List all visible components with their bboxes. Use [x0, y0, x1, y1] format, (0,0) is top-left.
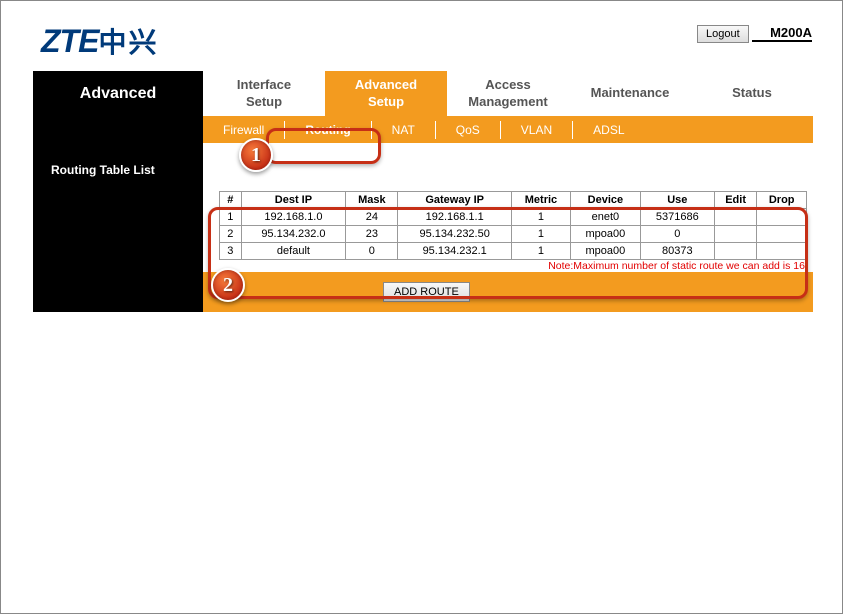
col-drop: Drop: [757, 192, 807, 209]
col-dest: Dest IP: [241, 192, 346, 209]
subtab-nat[interactable]: NAT: [372, 121, 436, 139]
sub-tabs: Firewall Routing NAT QoS VLAN ADSL: [203, 117, 813, 143]
tab-interface-setup[interactable]: Interface Setup: [203, 71, 325, 117]
routing-table-list-title: Routing Table List: [33, 157, 203, 183]
tab-access-management[interactable]: Access Management: [447, 71, 569, 117]
sub-tabs-row: Firewall Routing NAT QoS VLAN ADSL: [33, 117, 813, 143]
cell-dest-ip: 192.168.1.0: [241, 209, 346, 226]
logout-button[interactable]: Logout: [697, 25, 749, 43]
cell-device: mpoa00: [571, 226, 641, 243]
table-header-row: # Dest IP Mask Gateway IP Metric Device …: [220, 192, 807, 209]
col-metric: Metric: [511, 192, 570, 209]
cell-drop[interactable]: [757, 209, 807, 226]
cell-mask: 0: [346, 243, 398, 260]
cell-metric: 1: [511, 209, 570, 226]
cell-edit[interactable]: [714, 226, 757, 243]
cell-mask: 24: [346, 209, 398, 226]
subtab-qos[interactable]: QoS: [436, 121, 501, 139]
col-device: Device: [571, 192, 641, 209]
brand-logo: ZTE中兴: [41, 21, 158, 61]
routing-table: # Dest IP Mask Gateway IP Metric Device …: [219, 191, 807, 260]
col-mask: Mask: [346, 192, 398, 209]
cell-gateway-ip: 95.134.232.50: [398, 226, 511, 243]
cell-mask: 23: [346, 226, 398, 243]
table-row: 295.134.232.02395.134.232.501mpoa000: [220, 226, 807, 243]
cell-use: 5371686: [640, 209, 714, 226]
model-label: M200A: [752, 25, 812, 42]
col-num: #: [220, 192, 242, 209]
table-row: 1192.168.1.024192.168.1.11enet05371686: [220, 209, 807, 226]
cell-drop[interactable]: [757, 243, 807, 260]
col-edit: Edit: [714, 192, 757, 209]
section-label: Advanced: [33, 71, 203, 117]
subtab-vlan[interactable]: VLAN: [501, 121, 573, 139]
cell-device: mpoa00: [571, 243, 641, 260]
col-use: Use: [640, 192, 714, 209]
tab-advanced-setup[interactable]: Advanced Setup: [325, 71, 447, 117]
cell-use: 80373: [640, 243, 714, 260]
cell-metric: 1: [511, 243, 570, 260]
tab-status[interactable]: Status: [691, 71, 813, 117]
col-gateway: Gateway IP: [398, 192, 511, 209]
table-row: 3default095.134.232.11mpoa0080373: [220, 243, 807, 260]
cell-drop[interactable]: [757, 226, 807, 243]
cell-dest-ip: default: [241, 243, 346, 260]
cell--: 1: [220, 209, 242, 226]
cell-gateway-ip: 95.134.232.1: [398, 243, 511, 260]
subtab-routing[interactable]: Routing: [285, 121, 371, 139]
cell-device: enet0: [571, 209, 641, 226]
cell--: 3: [220, 243, 242, 260]
button-row: ADD ROUTE: [33, 272, 813, 312]
logo-text-lat: ZTE: [41, 23, 98, 59]
subtab-firewall[interactable]: Firewall: [203, 121, 285, 139]
sub-left-spacer: [33, 117, 203, 143]
list-title-row: Routing Table List: [33, 157, 813, 183]
add-route-button[interactable]: ADD ROUTE: [383, 282, 470, 302]
cell-edit[interactable]: [714, 243, 757, 260]
cell-gateway-ip: 192.168.1.1: [398, 209, 511, 226]
spacer-row: [33, 143, 813, 157]
static-route-note: Note:Maximum number of static route we c…: [219, 260, 807, 272]
header: ZTE中兴 Logout M200A: [1, 1, 842, 71]
table-area: # Dest IP Mask Gateway IP Metric Device …: [33, 183, 813, 272]
cell--: 2: [220, 226, 242, 243]
cell-metric: 1: [511, 226, 570, 243]
tab-maintenance[interactable]: Maintenance: [569, 71, 691, 117]
subtab-adsl[interactable]: ADSL: [573, 121, 644, 139]
main-tabs: Advanced Interface Setup Advanced Setup …: [33, 71, 813, 117]
cell-edit[interactable]: [714, 209, 757, 226]
cell-dest-ip: 95.134.232.0: [241, 226, 346, 243]
logo-text-cn: 中兴: [98, 27, 158, 58]
cell-use: 0: [640, 226, 714, 243]
header-right: Logout M200A: [697, 21, 812, 43]
